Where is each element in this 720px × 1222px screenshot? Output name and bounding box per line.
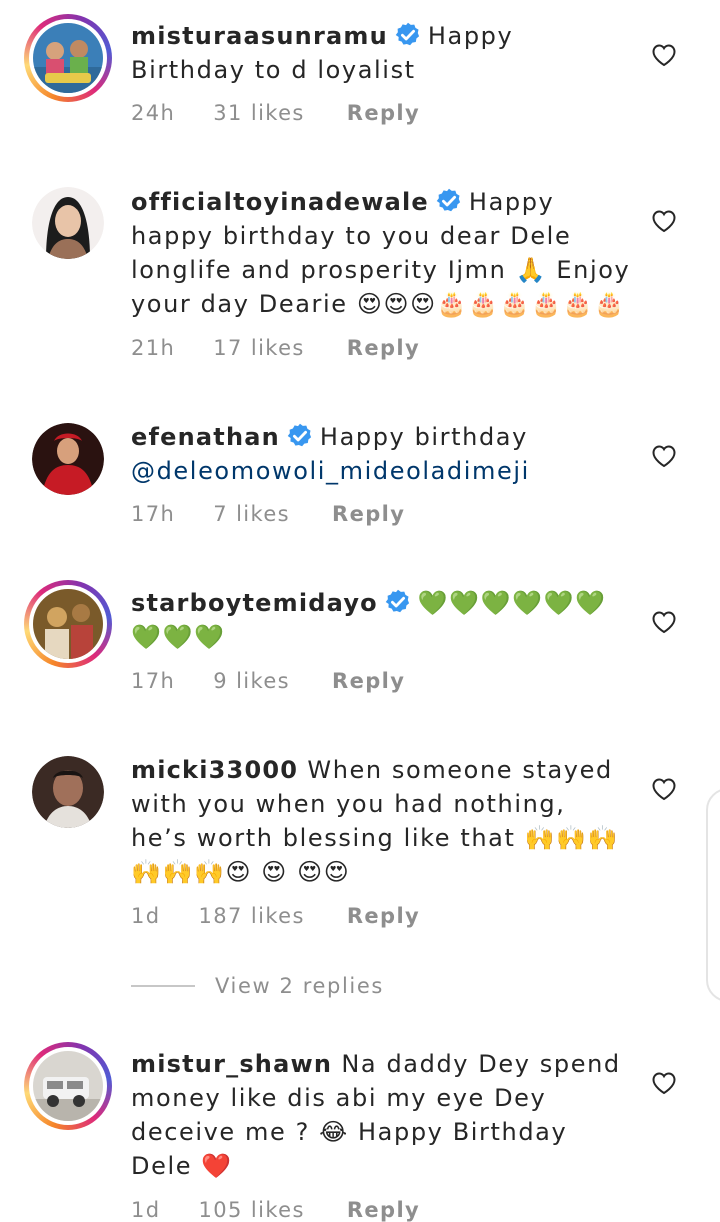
avatar — [32, 187, 104, 259]
avatar-image — [33, 1051, 103, 1121]
avatar-story-ring[interactable] — [24, 1042, 112, 1130]
comment-likes[interactable]: 105 likes — [199, 1198, 305, 1222]
avatar — [32, 423, 104, 495]
comment-likes[interactable]: 9 likes — [213, 669, 290, 693]
comment-time: 1d — [131, 904, 161, 928]
avatar-container[interactable] — [24, 748, 112, 836]
reply-button[interactable]: Reply — [347, 1198, 420, 1222]
comment-likes[interactable]: 17 likes — [213, 336, 305, 360]
comment-time: 24h — [131, 101, 176, 125]
reply-button[interactable]: Reply — [332, 669, 405, 693]
heart-outline-icon[interactable] — [651, 209, 677, 233]
heart-outline-icon[interactable] — [651, 43, 677, 67]
comment-time: 17h — [131, 502, 176, 526]
avatar-story-ring[interactable] — [24, 580, 112, 668]
verified-badge-icon — [435, 187, 463, 215]
verified-badge-icon — [394, 21, 422, 49]
avatar — [29, 1047, 107, 1125]
avatar-image — [32, 187, 104, 259]
avatar-image — [33, 589, 103, 659]
comment-body: officialtoyinadewale Happy happy birthday… — [131, 185, 631, 321]
comment-username[interactable]: efenathan — [131, 423, 280, 451]
comment-body: misturaasunramu Happy Birthday to d loyal… — [131, 19, 631, 87]
comment-text: Happy birthday — [319, 423, 528, 451]
avatar-container[interactable] — [24, 415, 112, 503]
avatar — [29, 19, 107, 97]
comment-username[interactable]: officialtoyinadewale — [131, 188, 429, 216]
comment-time: 1d — [131, 1198, 161, 1222]
avatar-image — [32, 756, 104, 828]
comment-likes[interactable]: 31 likes — [213, 101, 305, 125]
comment-meta: 24h 31 likes Reply — [131, 101, 420, 125]
comment-likes[interactable]: 7 likes — [213, 502, 290, 526]
comment-meta: 1d 187 likes Reply — [131, 904, 420, 928]
view-replies-button[interactable]: View 2 replies — [131, 974, 384, 1004]
heart-outline-icon[interactable] — [651, 777, 677, 801]
avatar — [29, 585, 107, 663]
reply-button[interactable]: Reply — [347, 904, 420, 928]
comment-meta: 21h 17 likes Reply — [131, 336, 420, 360]
comment-body: starboytemidayo 💚💚💚💚💚💚💚💚💚 — [131, 586, 631, 654]
avatar-story-ring[interactable] — [24, 14, 112, 102]
comment-username[interactable]: misturaasunramu — [131, 22, 388, 50]
reply-button[interactable]: Reply — [347, 101, 420, 125]
reply-button[interactable]: Reply — [347, 336, 420, 360]
avatar-image — [33, 23, 103, 93]
avatar — [32, 756, 104, 828]
comment-username[interactable]: starboytemidayo — [131, 589, 378, 617]
comment-likes[interactable]: 187 likes — [199, 904, 305, 928]
heart-outline-icon[interactable] — [651, 444, 677, 468]
comment-meta: 1d 105 likes Reply — [131, 1198, 420, 1222]
comment-body: micki33000 When someone stayed with you … — [131, 753, 631, 889]
view-replies-label: View 2 replies — [215, 974, 384, 998]
avatar-image — [32, 423, 104, 495]
heart-outline-icon[interactable] — [651, 610, 677, 634]
comment-meta: 17h 7 likes Reply — [131, 502, 405, 526]
reply-button[interactable]: Reply — [332, 502, 405, 526]
comment-username[interactable]: mistur_shawn — [131, 1050, 332, 1078]
comment-body: mistur_shawn Na daddy Dey spend money li… — [131, 1047, 631, 1183]
comment-body: efenathan Happy birthday @deleomowoli_mide… — [131, 420, 631, 488]
verified-badge-icon — [384, 588, 412, 616]
comment-username[interactable]: micki33000 — [131, 756, 298, 784]
replies-divider — [131, 985, 195, 987]
comment-time: 21h — [131, 336, 176, 360]
side-panel-edge[interactable] — [706, 788, 720, 1002]
verified-badge-icon — [286, 422, 314, 450]
comment-time: 17h — [131, 669, 176, 693]
mention-link[interactable]: @deleomowoli_mideoladimeji — [131, 457, 530, 485]
comment-meta: 17h 9 likes Reply — [131, 669, 405, 693]
avatar-container[interactable] — [24, 179, 112, 267]
heart-outline-icon[interactable] — [651, 1071, 677, 1095]
